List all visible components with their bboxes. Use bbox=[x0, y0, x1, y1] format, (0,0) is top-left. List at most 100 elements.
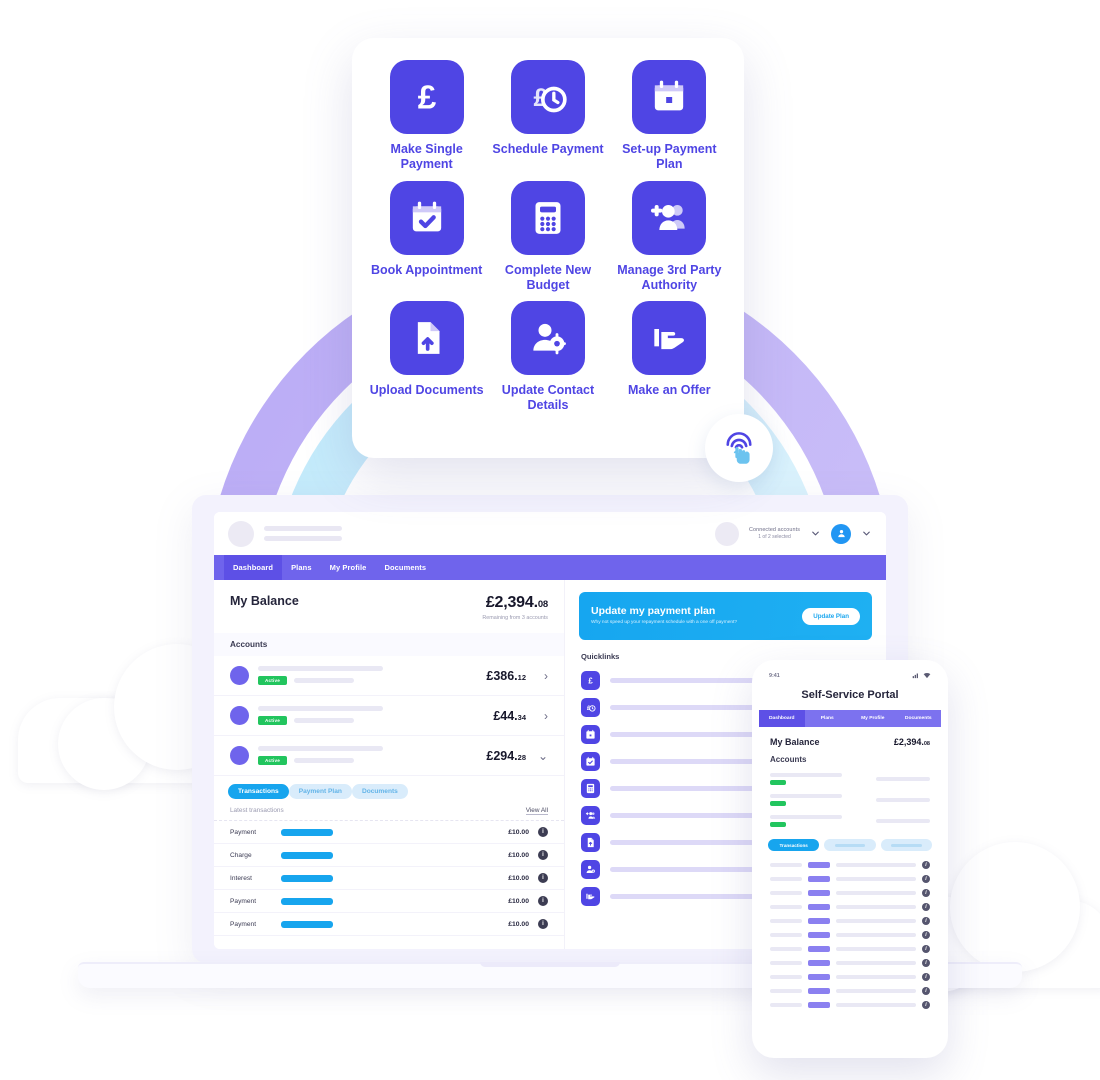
phone-status-bar: 9:41 bbox=[759, 667, 941, 682]
tab-payment-plan[interactable]: Payment Plan bbox=[288, 784, 352, 799]
quick-action-complete-new-budget[interactable]: Complete New Budget bbox=[487, 180, 608, 294]
status-icons bbox=[912, 672, 931, 679]
account-row[interactable]: Active £386.12 › bbox=[214, 656, 564, 696]
quick-action-update-contact-details[interactable]: Update Contact Details bbox=[487, 301, 608, 414]
phone-tx-type-placeholder bbox=[770, 989, 802, 993]
info-icon[interactable]: i bbox=[922, 945, 930, 953]
phone-transaction-row[interactable]: i bbox=[759, 858, 941, 872]
quick-action-upload-documents[interactable]: Upload Documents bbox=[366, 301, 487, 414]
nav-item-dashboard[interactable]: Dashboard bbox=[224, 555, 283, 580]
info-icon[interactable]: i bbox=[922, 875, 930, 883]
phone-tx-type-placeholder bbox=[770, 933, 802, 937]
quick-action-set-up-payment-plan[interactable]: Set-up Payment Plan bbox=[609, 60, 730, 173]
illustration-canvas: Connected accounts 1 of 2 selected Dashb… bbox=[0, 0, 1100, 1080]
info-icon[interactable]: i bbox=[922, 931, 930, 939]
info-icon[interactable]: i bbox=[538, 919, 548, 929]
phone-transaction-row[interactable]: i bbox=[759, 914, 941, 928]
quick-action-book-appointment[interactable]: Book Appointment bbox=[366, 180, 487, 294]
info-icon[interactable]: i bbox=[922, 987, 930, 995]
info-icon[interactable]: i bbox=[922, 889, 930, 897]
calendar-icon bbox=[632, 60, 707, 134]
info-icon[interactable]: i bbox=[922, 959, 930, 967]
phone-account-row[interactable] bbox=[759, 791, 941, 812]
table-row[interactable]: Interest £10.00 i bbox=[214, 867, 564, 890]
quick-action-label: Set-up Payment Plan bbox=[622, 142, 717, 172]
phone-nav-item-documents[interactable]: Documents bbox=[896, 710, 942, 727]
account-meta: Active bbox=[258, 706, 484, 725]
info-icon[interactable]: i bbox=[922, 861, 930, 869]
banner-subtitle: Why not speed up your repayment schedule… bbox=[591, 620, 738, 626]
phone-tx-tag-placeholder bbox=[808, 946, 830, 952]
quick-action-schedule-payment[interactable]: £ Schedule Payment bbox=[487, 60, 608, 173]
info-icon[interactable]: i bbox=[922, 1001, 930, 1009]
phone-transaction-row[interactable]: i bbox=[759, 956, 941, 970]
account-row[interactable]: Active £44.34 › bbox=[214, 696, 564, 736]
table-row[interactable]: Payment £10.00 i bbox=[214, 890, 564, 913]
phone-transaction-row[interactable]: i bbox=[759, 886, 941, 900]
quick-action-make-single-payment[interactable]: £ Make Single Payment bbox=[366, 60, 487, 173]
phone-account-row[interactable] bbox=[759, 812, 941, 833]
account-expand-chevron-icon[interactable]: › bbox=[535, 709, 548, 723]
cloud-puff bbox=[950, 842, 1080, 972]
update-plan-button[interactable]: Update Plan bbox=[802, 607, 860, 625]
transaction-type: Charge bbox=[230, 851, 252, 859]
phone-nav-item-my-profile[interactable]: My Profile bbox=[850, 710, 896, 727]
phone-transaction-row[interactable]: i bbox=[759, 970, 941, 984]
quick-action-manage-3rd-party-authority[interactable]: Manage 3rd Party Authority bbox=[609, 180, 730, 294]
phone-transaction-row[interactable]: i bbox=[759, 942, 941, 956]
info-icon[interactable]: i bbox=[922, 973, 930, 981]
phone-transaction-row[interactable]: i bbox=[759, 872, 941, 886]
phone-transaction-row[interactable]: i bbox=[759, 984, 941, 998]
phone-tx-tag-placeholder bbox=[808, 918, 830, 924]
info-icon[interactable]: i bbox=[538, 850, 548, 860]
phone-tab-transactions[interactable]: Transactions bbox=[768, 839, 820, 851]
account-row[interactable]: Active £294.28 ⌄ bbox=[214, 736, 564, 776]
phone-tx-type-placeholder bbox=[770, 863, 802, 867]
nav-item-my-profile[interactable]: My Profile bbox=[321, 555, 376, 580]
transaction-type: Interest bbox=[230, 874, 252, 882]
chevron-down-icon[interactable] bbox=[810, 528, 821, 539]
quicklink-label-placeholder bbox=[610, 867, 765, 872]
signal-icon bbox=[912, 673, 918, 679]
phone-transaction-row[interactable]: i bbox=[759, 900, 941, 914]
user-menu-chevron-down-icon[interactable] bbox=[861, 528, 872, 539]
phone-transactions-list: iiiiiiiiiii bbox=[759, 858, 941, 1012]
balance-amount-decimals: 08 bbox=[537, 599, 548, 610]
view-all-link[interactable]: View All bbox=[525, 807, 548, 815]
phone-transaction-row[interactable]: i bbox=[759, 928, 941, 942]
phone-tx-detail-placeholder bbox=[836, 919, 916, 923]
phone-nav-item-dashboard[interactable]: Dashboard bbox=[759, 710, 805, 727]
phone-nav-item-plans[interactable]: Plans bbox=[805, 710, 851, 727]
account-collapse-chevron-icon[interactable]: ⌄ bbox=[535, 749, 548, 763]
table-row[interactable]: Payment £10.00 i bbox=[214, 913, 564, 936]
phone-tab-payment-plan[interactable] bbox=[824, 839, 876, 851]
connected-accounts-selector[interactable]: Connected accounts 1 of 2 selected bbox=[749, 527, 800, 540]
table-row[interactable]: Charge £10.00 i bbox=[214, 844, 564, 867]
tab-documents[interactable]: Documents bbox=[351, 784, 408, 799]
account-expand-chevron-icon[interactable]: › bbox=[535, 669, 548, 683]
phone-transaction-row[interactable]: i bbox=[759, 998, 941, 1012]
info-icon[interactable]: i bbox=[538, 827, 548, 837]
add-user-group-icon bbox=[581, 806, 600, 825]
phone-balance-label: My Balance bbox=[770, 737, 820, 747]
info-icon[interactable]: i bbox=[922, 917, 930, 925]
phone-account-row[interactable] bbox=[759, 770, 941, 791]
nav-item-documents[interactable]: Documents bbox=[375, 555, 435, 580]
calculator-icon bbox=[581, 779, 600, 798]
connected-account-avatar bbox=[715, 521, 740, 546]
quick-action-label: Update Contact Details bbox=[501, 383, 595, 413]
info-icon[interactable]: i bbox=[538, 873, 548, 883]
account-name-placeholder bbox=[258, 706, 383, 711]
phone-mockup: 9:41 Self-Service Portal Dashboard Plans… bbox=[752, 660, 948, 1058]
nav-item-plans[interactable]: Plans bbox=[282, 555, 321, 580]
status-badge: Active bbox=[258, 756, 287, 765]
phone-tab-documents[interactable] bbox=[880, 839, 932, 851]
connected-accounts-title: Connected accounts bbox=[749, 527, 800, 533]
table-row[interactable]: Payment £10.00 i bbox=[214, 821, 564, 844]
info-icon[interactable]: i bbox=[922, 903, 930, 911]
quick-actions-grid: £ Make Single Payment £ Schedule Payment… bbox=[366, 60, 730, 414]
user-avatar-icon[interactable] bbox=[831, 523, 851, 544]
quick-action-make-an-offer[interactable]: Make an Offer bbox=[609, 301, 730, 414]
tab-transactions[interactable]: Transactions bbox=[228, 784, 289, 799]
info-icon[interactable]: i bbox=[538, 896, 548, 906]
